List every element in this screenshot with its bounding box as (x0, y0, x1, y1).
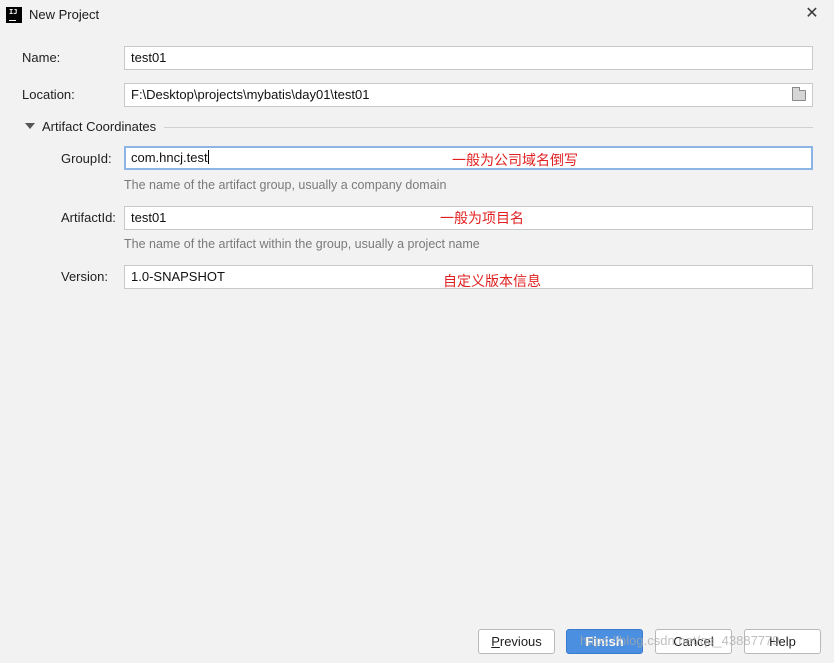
section-divider (164, 127, 813, 128)
version-label: Version: (61, 269, 108, 284)
name-input[interactable]: test01 (124, 46, 813, 70)
title-bar: IJ New Project ✕ (0, 0, 834, 30)
artifactid-hint: The name of the artifact within the grou… (124, 237, 480, 251)
intellij-app-icon: IJ (6, 7, 22, 23)
collapse-triangle-icon[interactable] (25, 123, 35, 129)
previous-mnemonic: P (491, 634, 500, 649)
groupid-annotation: 一般为公司域名倒写 (452, 152, 578, 168)
close-icon[interactable]: ✕ (804, 6, 820, 22)
groupid-label: GroupId: (61, 151, 112, 166)
artifactid-annotation: 一般为项目名 (440, 210, 524, 226)
previous-label: revious (499, 634, 542, 649)
groupid-hint: The name of the artifact group, usually … (124, 178, 447, 192)
artifactid-label: ArtifactId: (61, 210, 116, 225)
version-annotation: 自定义版本信息 (443, 273, 541, 289)
location-value: F:\Desktop\projects\mybatis\day01\test01 (131, 87, 370, 102)
section-title: Artifact Coordinates (42, 119, 157, 134)
text-caret (207, 150, 209, 164)
dialog-title: New Project (29, 7, 100, 22)
finish-button[interactable]: Finish (566, 629, 643, 654)
artifact-coordinates-section: Artifact Coordinates (25, 118, 813, 136)
previous-button[interactable]: Previous (478, 629, 555, 654)
new-project-dialog: IJ New Project ✕ Name: test01 Location: … (0, 0, 834, 663)
folder-icon[interactable] (792, 87, 806, 101)
help-button[interactable]: Help (744, 629, 821, 654)
location-label: Location: (22, 87, 75, 102)
groupid-value: com.hncj.test (131, 150, 208, 165)
location-input[interactable]: F:\Desktop\projects\mybatis\day01\test01 (124, 83, 813, 107)
name-label: Name: (22, 50, 61, 65)
cancel-button[interactable]: Cancel (655, 629, 732, 654)
